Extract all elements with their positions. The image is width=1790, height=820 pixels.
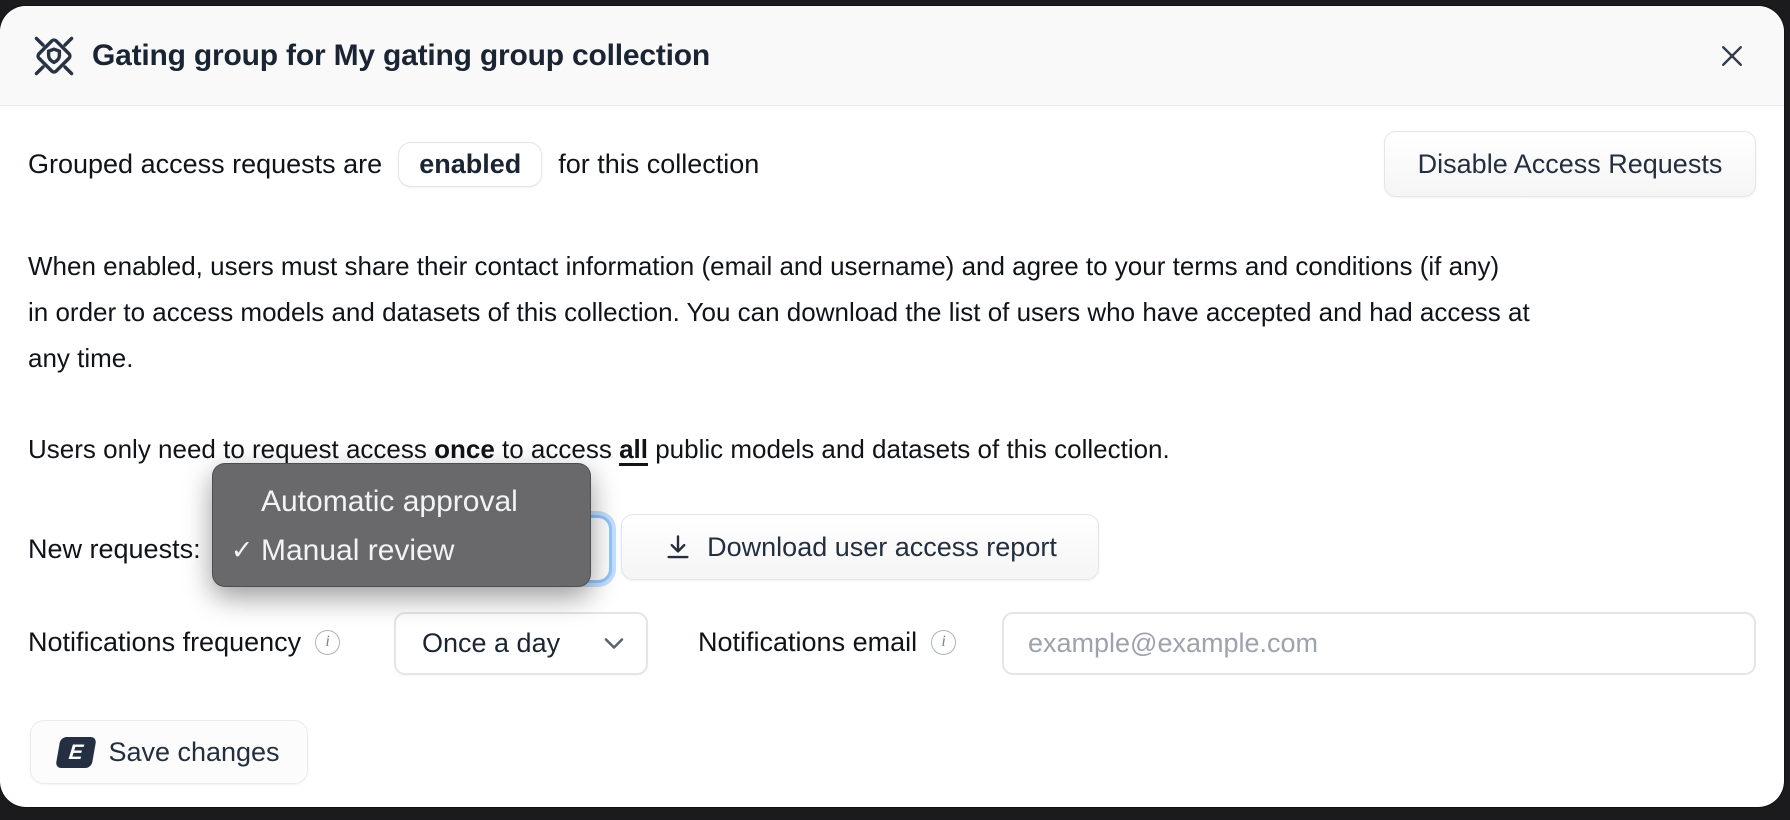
notifications-frequency-label: Notifications frequency (28, 627, 301, 658)
status-prefix: Grouped access requests are (28, 149, 382, 180)
modal-title: Gating group for My gating group collect… (92, 39, 710, 73)
enterprise-badge-icon: E (56, 737, 97, 768)
download-button-label: Download user access report (707, 532, 1057, 563)
info-icon[interactable]: i (931, 630, 956, 655)
gated-group-icon (30, 32, 78, 80)
dropdown-option-automatic-approval[interactable]: Automatic approval (213, 477, 590, 526)
checkmark-icon: ✓ (227, 535, 257, 566)
disable-access-requests-button[interactable]: Disable Access Requests (1384, 131, 1756, 197)
close-icon (1717, 41, 1747, 71)
status-suffix: for this collection (558, 149, 759, 180)
status-badge: enabled (398, 142, 542, 187)
notifications-email-label: Notifications email (698, 627, 917, 658)
description-line: in order to access models and datasets o… (28, 289, 1768, 335)
new-requests-dropdown-menu: Automatic approval ✓ Manual review (212, 463, 591, 587)
status-row: Grouped access requests are enabled for … (28, 131, 759, 197)
save-changes-button[interactable]: E Save changes (30, 720, 308, 784)
notifications-email-input[interactable] (1002, 612, 1756, 675)
gating-group-modal: Gating group for My gating group collect… (0, 6, 1784, 807)
download-user-access-report-button[interactable]: Download user access report (621, 514, 1099, 580)
note-text: public models and datasets of this colle… (648, 434, 1170, 464)
frequency-selected-value: Once a day (422, 628, 584, 659)
notifications-frequency-select[interactable]: Once a day (394, 612, 648, 675)
download-icon (663, 532, 693, 562)
modal-header: Gating group for My gating group collect… (0, 6, 1784, 106)
close-button[interactable] (1710, 34, 1754, 78)
option-label: Automatic approval (261, 485, 518, 519)
chevron-down-icon (602, 636, 626, 652)
description-line: any time. (28, 335, 1768, 381)
dropdown-option-manual-review[interactable]: ✓ Manual review (213, 526, 590, 575)
info-icon[interactable]: i (315, 630, 340, 655)
description-paragraph: When enabled, users must share their con… (28, 243, 1768, 381)
note-text: to access (495, 434, 619, 464)
save-button-label: Save changes (108, 737, 279, 768)
notifications-email-row: Notifications email i (698, 616, 956, 668)
notifications-frequency-row: Notifications frequency i (28, 616, 340, 668)
note-text: Users only need to request access (28, 434, 434, 464)
description-line: When enabled, users must share their con… (28, 243, 1768, 289)
new-requests-label: New requests: (28, 534, 201, 565)
option-label: Manual review (261, 534, 454, 568)
note-emphasis-once: once (434, 434, 495, 464)
note-emphasis-all: all (619, 434, 648, 464)
